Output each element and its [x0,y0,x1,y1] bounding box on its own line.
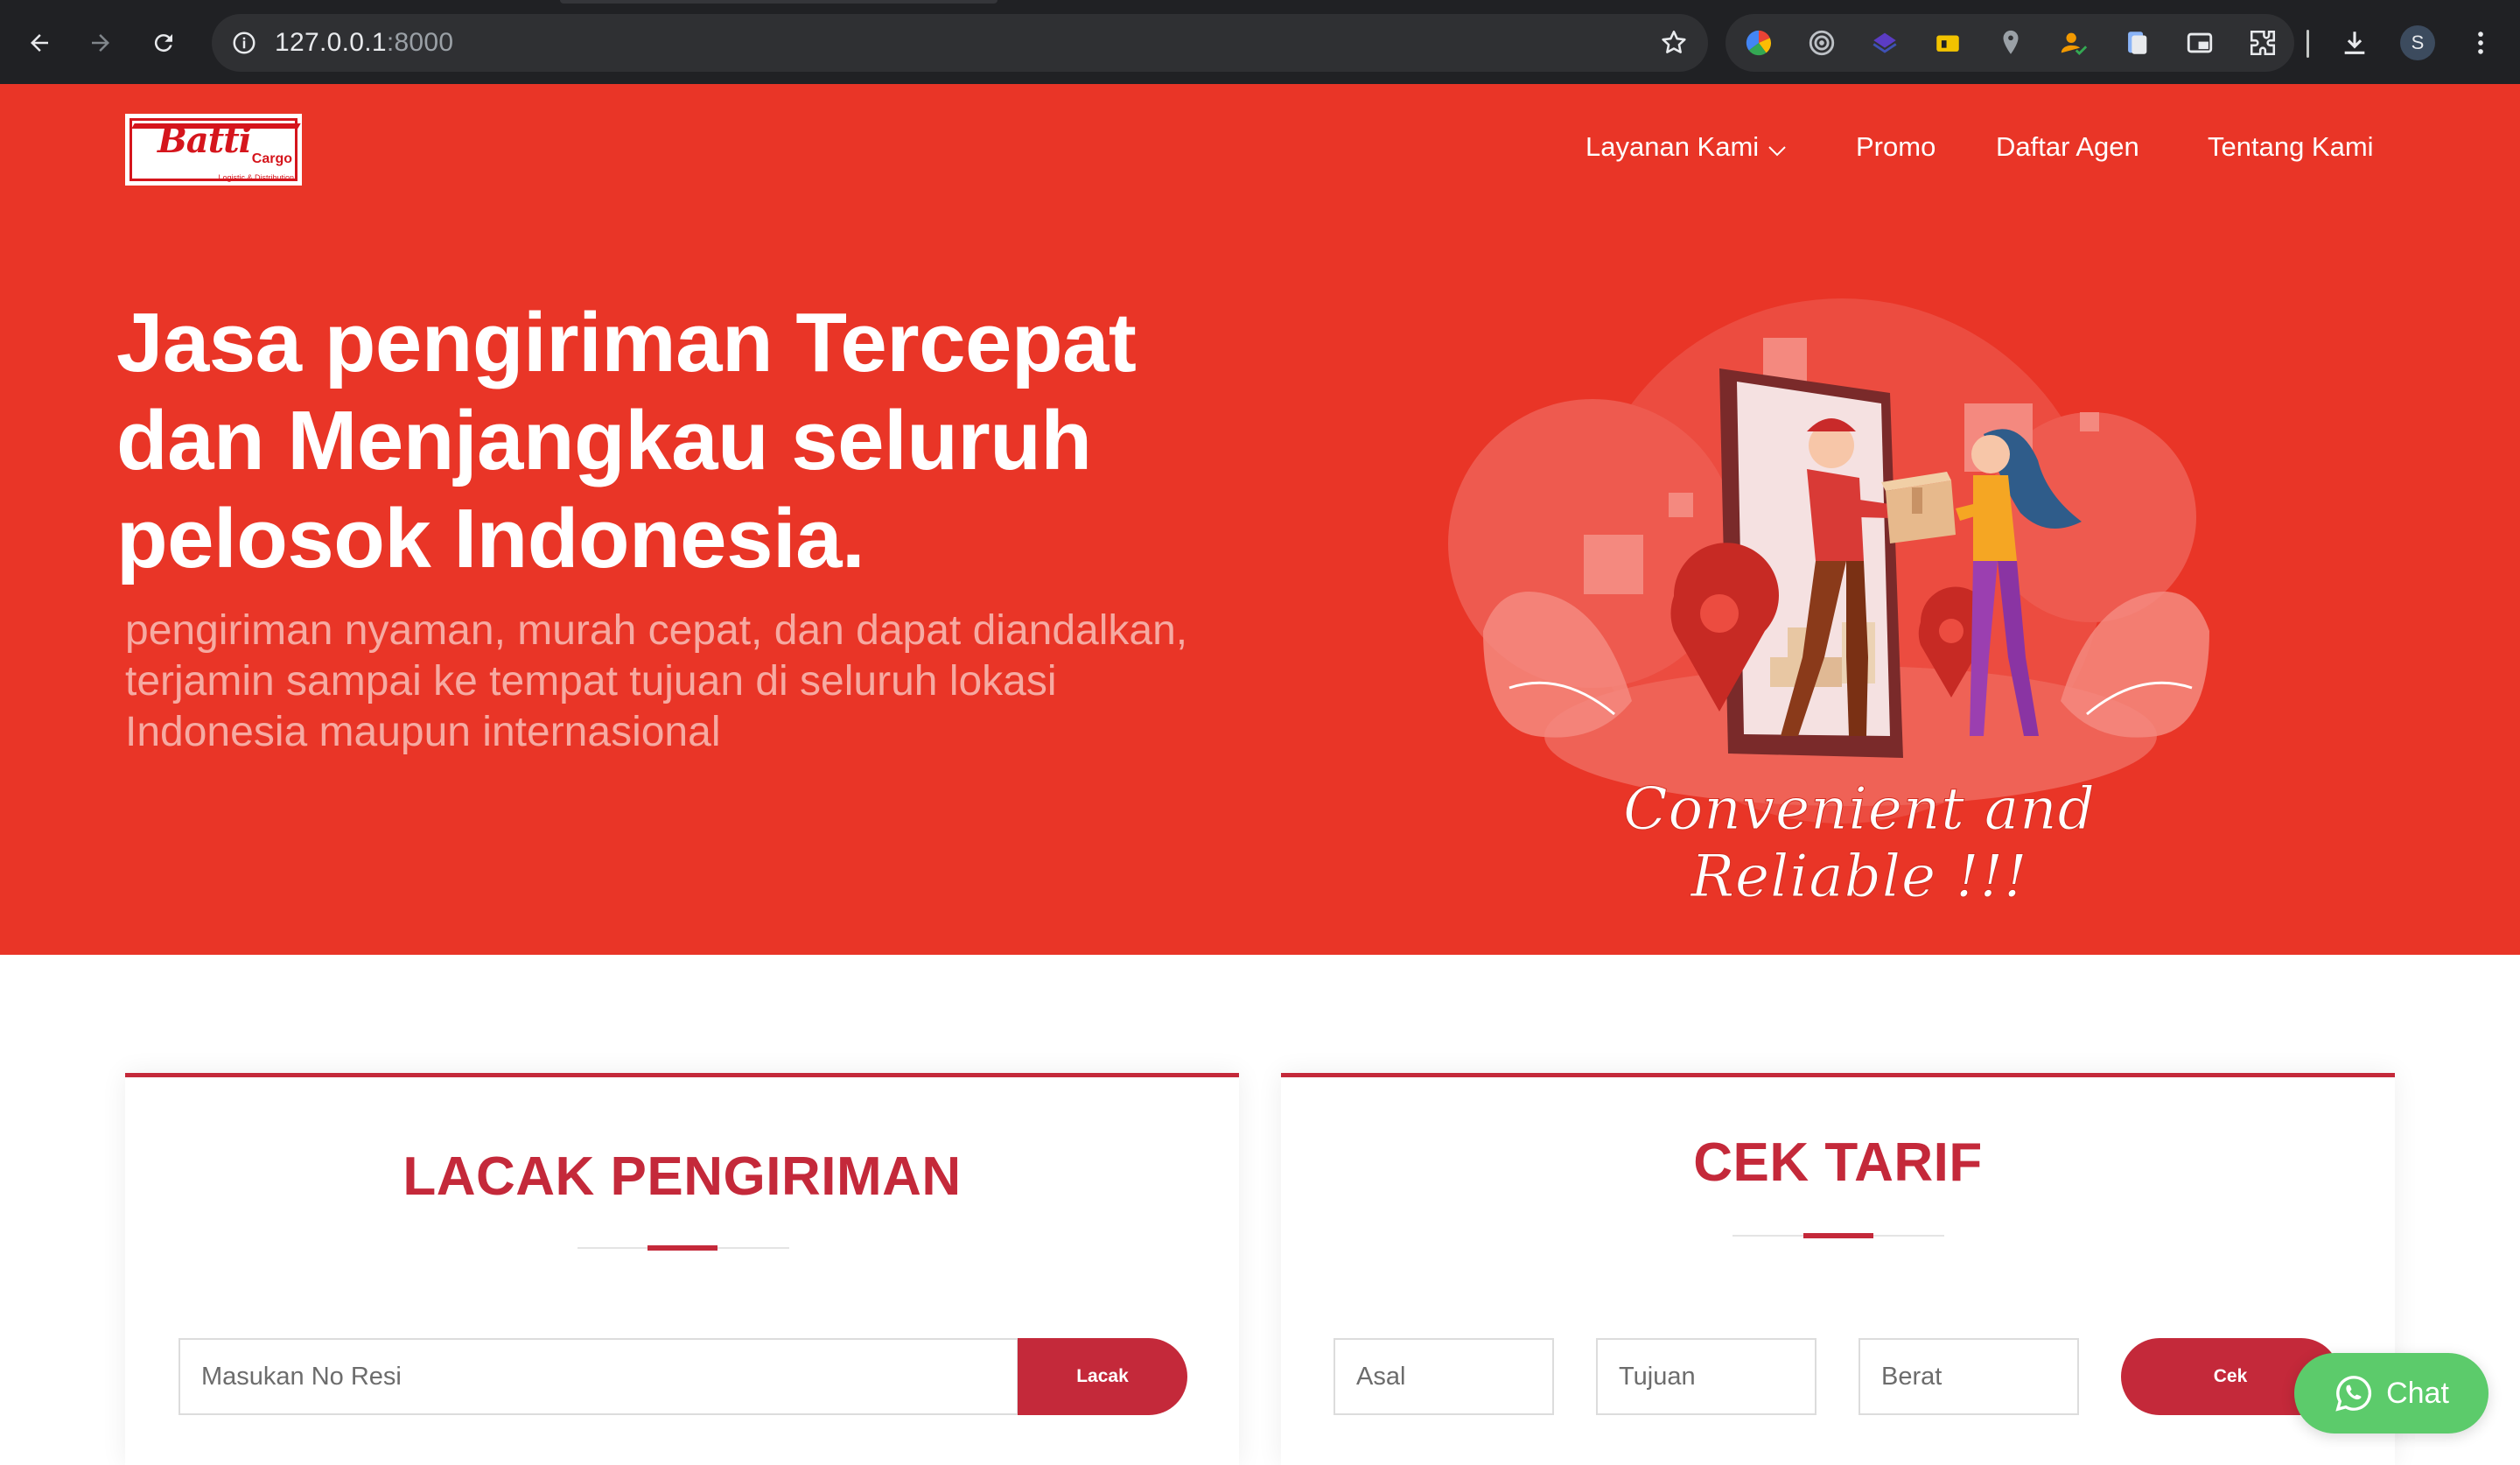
person-check-extension-icon[interactable] [2056,25,2091,60]
tariff-title-accent [1803,1233,1873,1238]
back-icon [31,34,48,52]
subheadline-line-1: pengiriman nyaman, murah cepat, dan dapa… [125,607,1188,654]
hero-section: Batti Cargo Logistic & Distribution Laya… [0,84,2520,955]
download-icon [2344,32,2365,54]
tracking-number-input[interactable]: Masukan No Resi [178,1338,1018,1415]
url-host: 127.0.0.1 [275,28,387,57]
logo-word: Batti [158,120,252,161]
extensions-bar [1726,14,2294,72]
extensions-puzzle-icon[interactable] [2245,25,2280,60]
nav-daftar-agen[interactable]: Daftar Agen [1996,131,2139,163]
toolbar-divider [2306,30,2309,58]
folder-extension-icon[interactable] [1930,25,1965,60]
headline-line-1: Jasa pengiriman Tercepat [116,296,1137,389]
forward-icon [92,34,109,52]
download-button[interactable] [2331,19,2378,67]
chat-label: Chat [2386,1376,2449,1410]
forward-button[interactable] [77,19,124,67]
profile-avatar: S [2400,25,2435,60]
hero-subheadline: pengiriman nyaman, murah cepat, dan dapa… [125,606,1263,758]
subheadline-line-3: Indonesia maupun internasional [125,709,721,755]
browser-toolbar: 127.0.0.1:8000 S [0,0,2520,84]
nav-layanan-kami[interactable]: Layanan Kami [1586,131,1787,165]
tariff-title: CEK TARIF [1693,1132,1983,1193]
bookmark-star-icon[interactable] [1656,25,1692,61]
origin-input[interactable]: Asal [1334,1338,1554,1415]
tracking-title: LACAK PENGIRIMAN [402,1146,962,1207]
picture-in-picture-extension-icon[interactable] [2182,25,2217,60]
headline-line-3: pelosok Indonesia. [116,492,865,585]
nav-tentang-kami[interactable]: Tentang Kami [2208,131,2374,163]
logo-cargo: Cargo [251,151,292,166]
reload-icon [154,34,172,53]
logo-tagline: Logistic & Distribution [218,173,294,182]
browser-menu-button[interactable] [2457,19,2504,67]
site-info-icon[interactable] [224,23,264,63]
nav-promo[interactable]: Promo [1856,131,1936,163]
document-extension-icon[interactable] [2119,25,2154,60]
track-button[interactable]: Lacak [1018,1338,1187,1415]
profile-button[interactable]: S [2394,19,2441,67]
whatsapp-icon [2335,1376,2372,1412]
chevron-down-icon [1768,133,1787,165]
brand-logo[interactable]: Batti Cargo Logistic & Distribution [125,114,302,186]
nav-layanan-kami-label: Layanan Kami [1586,131,1760,162]
tracking-card: LACAK PENGIRIMAN Masukan No Resi Lacak [125,1073,1239,1465]
package-box [1881,472,1956,543]
location-pin-extension-icon[interactable] [1993,25,2028,60]
color-wheel-extension-icon[interactable] [1741,25,1776,60]
url-port: :8000 [386,28,454,57]
url-text: 127.0.0.1:8000 [275,28,453,58]
address-bar[interactable]: 127.0.0.1:8000 [212,14,1708,72]
subheadline-line-2: terjamin sampai ke tempat tujuan di selu… [125,658,1057,704]
reload-button[interactable] [140,19,187,67]
layers-extension-icon[interactable] [1867,25,1902,60]
headline-line-2: dan Menjangkau seluruh [116,394,1092,487]
weight-input[interactable]: Berat [1858,1338,2079,1415]
hero-headline: Jasa pengiriman Tercepat dan Menjangkau … [116,294,1254,588]
destination-input[interactable]: Tujuan [1596,1338,1816,1415]
target-extension-icon[interactable] [1804,25,1839,60]
active-tab-edge [560,0,998,4]
hero-tagline: Convenient and Reliable !!! [1623,775,2096,911]
menu-kebab-icon [2478,32,2483,54]
whatsapp-chat-button[interactable]: Chat [2294,1353,2488,1433]
tracking-title-accent [648,1245,718,1251]
tariff-card: CEK TARIF Asal Tujuan Berat Cek [1281,1073,2395,1465]
back-button[interactable] [16,19,63,67]
